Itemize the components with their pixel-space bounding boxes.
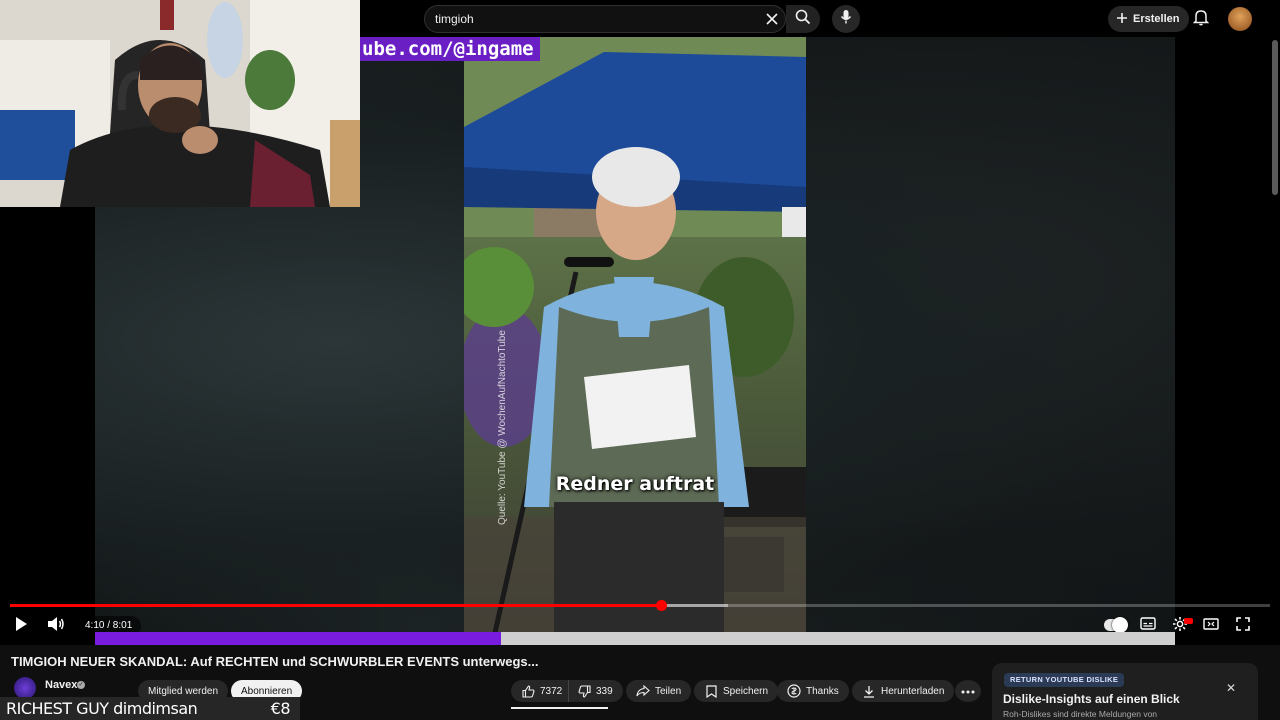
download-label: Herunterladen — [881, 685, 945, 697]
ticker-right-text: €8 — [270, 699, 291, 718]
search-box[interactable]: timgioh — [424, 5, 786, 33]
dislike-card-heading: Dislike-Insights auf einen Blick — [1003, 692, 1180, 706]
video-caption: Redner auftrat — [555, 473, 715, 495]
more-horizontal-icon — [961, 686, 975, 697]
progress-bar[interactable] — [10, 600, 1270, 611]
super-thanks-icon — [787, 684, 801, 698]
speaker-figure — [464, 147, 806, 645]
plus-icon — [1116, 12, 1128, 27]
user-avatar[interactable] — [1228, 7, 1252, 31]
webcam-overlay — [0, 0, 360, 207]
dislike-count: 339 — [596, 685, 613, 697]
autoplay-toggle[interactable] — [1104, 617, 1128, 633]
subscribe-label: Abonnieren — [241, 685, 293, 697]
share-icon — [636, 684, 650, 698]
fullscreen-button[interactable] — [1232, 615, 1254, 637]
fullscreen-icon — [1236, 616, 1250, 636]
share-label: Teilen — [655, 685, 682, 697]
more-actions-button[interactable] — [955, 680, 981, 702]
microphone-icon — [840, 9, 852, 30]
like-ratio-bar — [511, 707, 608, 709]
bell-icon — [1192, 8, 1210, 31]
thumbs-down-icon — [577, 684, 591, 698]
theater-mode-button[interactable] — [1200, 615, 1222, 637]
verified-icon: ✓ — [77, 681, 85, 689]
play-icon — [14, 616, 28, 637]
progress-played — [10, 604, 662, 607]
join-label: Mitglied werden — [148, 685, 219, 697]
like-count: 7372 — [540, 685, 563, 697]
volume-button[interactable] — [45, 615, 67, 637]
channel-avatar[interactable] — [14, 677, 36, 699]
voice-search-button[interactable] — [832, 5, 860, 33]
like-button[interactable]: 7372 — [511, 680, 571, 702]
ticker-left-text: RICHEST GUY dimdimsan — [6, 699, 198, 718]
create-button[interactable]: Erstellen — [1108, 6, 1190, 32]
thumbs-up-icon — [521, 684, 535, 698]
channel-name[interactable]: Navex — [45, 679, 77, 691]
download-button[interactable]: Herunterladen — [852, 680, 955, 702]
create-label: Erstellen — [1133, 13, 1180, 25]
page-scrollbar[interactable] — [1272, 40, 1278, 195]
thanks-label: Thanks — [806, 685, 839, 697]
search-button[interactable] — [786, 5, 820, 33]
theater-mode-icon — [1203, 617, 1219, 635]
save-label: Speichern — [723, 685, 769, 697]
clear-search-icon[interactable] — [761, 8, 783, 30]
notifications-button[interactable] — [1190, 8, 1212, 30]
channel-url-banner: ube.com/@ingame — [360, 37, 540, 61]
dislike-button[interactable]: 339 — [568, 680, 623, 702]
video-frame[interactable]: Redner auftrat — [464, 37, 806, 645]
dislike-insights-card[interactable]: RETURN YOUTUBE DISLIKE Dislike-Insights … — [992, 663, 1258, 720]
hd-badge — [1184, 618, 1193, 624]
search-icon — [795, 9, 811, 30]
download-icon — [862, 684, 876, 698]
close-icon[interactable]: ✕ — [1226, 681, 1236, 695]
video-title: TIMGIOH NEUER SKANDAL: Auf RECHTEN und S… — [11, 654, 539, 669]
stream-ticker: RICHEST GUY dimdimsan €8 — [0, 697, 300, 720]
volume-icon — [47, 616, 65, 637]
play-button[interactable] — [10, 615, 32, 637]
stream-progress-fill — [95, 632, 502, 645]
autoplay-knob — [1112, 617, 1128, 633]
dislike-card-badge: RETURN YOUTUBE DISLIKE — [1004, 673, 1125, 687]
stream-progress-strip — [95, 632, 1175, 645]
thanks-button[interactable]: Thanks — [777, 680, 849, 702]
share-button[interactable]: Teilen — [626, 680, 692, 702]
bookmark-icon — [704, 684, 718, 698]
search-input[interactable]: timgioh — [435, 12, 474, 26]
dislike-card-subtext: Roh-Dislikes sind direkte Meldungen von — [1003, 709, 1158, 719]
save-button[interactable]: Speichern — [694, 680, 779, 702]
video-source-watermark: Quelle: YouTube @ WochenAufNachtoTube — [497, 330, 508, 525]
video-player[interactable]: Redner auftrat Quelle: YouTube @ WochenA… — [0, 0, 1280, 645]
